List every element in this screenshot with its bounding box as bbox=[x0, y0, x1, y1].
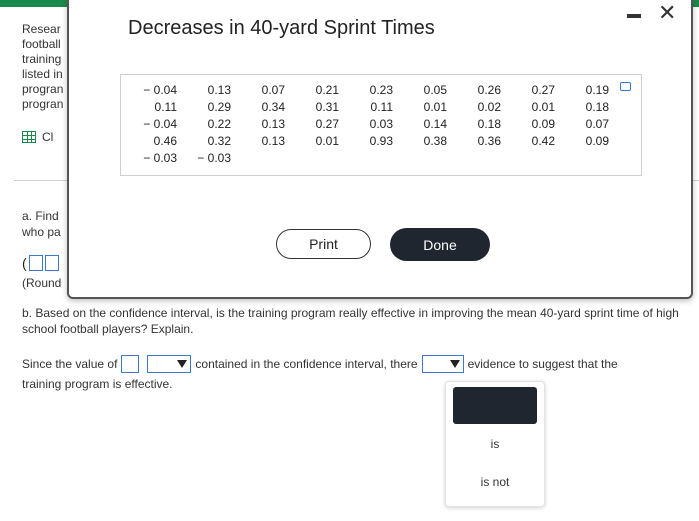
lower-bound-input[interactable] bbox=[28, 255, 43, 271]
part-b-question: b. Based on the confidence interval, is … bbox=[22, 306, 679, 336]
table-cell: 0.29 bbox=[207, 99, 231, 114]
table-cell: 0.18 bbox=[477, 116, 501, 131]
evidence-select[interactable] bbox=[421, 355, 464, 373]
table-icon bbox=[22, 131, 36, 143]
table-cell: 0.27 bbox=[315, 116, 339, 131]
table-cell: 0.09 bbox=[585, 133, 609, 148]
minimize-icon[interactable] bbox=[627, 14, 641, 18]
table-cell bbox=[285, 149, 339, 166]
table-cell: 0.36 bbox=[477, 133, 501, 148]
table-cell bbox=[231, 149, 285, 166]
table-cell: − 0.04 bbox=[143, 82, 177, 97]
table-cell: 0.13 bbox=[207, 82, 231, 97]
table-row: 0.46 0.32 0.13 0.01 0.93 0.38 0.36 0.42 0.09 bbox=[139, 132, 609, 149]
evidence-dropdown-menu: is is not bbox=[445, 381, 545, 507]
print-button[interactable]: Print bbox=[276, 229, 371, 259]
table-cell: 0.93 bbox=[369, 133, 393, 148]
table-cell: 0.03 bbox=[369, 116, 393, 131]
table-cell: 0.14 bbox=[423, 116, 447, 131]
table-cell: 0.05 bbox=[423, 82, 447, 97]
part-b-answer-sentence: Since the value of contained in the conf… bbox=[22, 355, 618, 373]
table-cell: 0.46 bbox=[153, 133, 177, 148]
table-cell: 0.38 bbox=[423, 133, 447, 148]
table-cell: − 0.04 bbox=[143, 116, 177, 131]
table-cell: 0.02 bbox=[477, 99, 501, 114]
table-cell: 0.27 bbox=[531, 82, 555, 97]
table-cell: 0.26 bbox=[477, 82, 501, 97]
data-table-dialog: Decreases in 40-yard Sprint Times ✕ − 0.… bbox=[67, 0, 693, 299]
table-cell: 0.11 bbox=[370, 99, 393, 114]
table-cell bbox=[555, 149, 609, 166]
table-cell: − 0.03 bbox=[143, 150, 177, 165]
chevron-down-icon bbox=[449, 360, 460, 368]
sprint-times-data-box: − 0.04 0.13 0.07 0.21 0.23 0.05 0.26 0.27 0.19 0.… bbox=[120, 74, 642, 176]
table-cell: 0.18 bbox=[585, 99, 609, 114]
table-row: 0.11 0.29 0.34 0.31 0.11 0.01 0.02 0.01 0.18 bbox=[139, 98, 609, 115]
table-cell: 0.31 bbox=[315, 99, 339, 114]
table-cell bbox=[501, 149, 555, 166]
table-cell: 0.21 bbox=[315, 82, 339, 97]
table-cell: 0.01 bbox=[315, 133, 339, 148]
table-row: − 0.03 − 0.03 bbox=[139, 149, 609, 166]
close-icon[interactable]: ✕ bbox=[658, 2, 676, 24]
upper-bound-input[interactable] bbox=[44, 255, 59, 271]
table-cell: 0.07 bbox=[261, 82, 285, 97]
rounding-instruction: (Round bbox=[22, 276, 62, 290]
table-cell: 0.07 bbox=[585, 116, 609, 131]
dialog-title: Decreases in 40-yard Sprint Times bbox=[128, 17, 435, 39]
copy-icon[interactable] bbox=[620, 82, 631, 91]
table-cell: 0.01 bbox=[423, 99, 447, 114]
table-row: − 0.04 0.22 0.13 0.27 0.03 0.14 0.18 0.09 0.07 bbox=[139, 115, 609, 132]
table-cell: 0.23 bbox=[369, 82, 393, 97]
data-table-link[interactable]: Cl bbox=[22, 130, 53, 144]
contained-select[interactable] bbox=[147, 355, 192, 373]
table-cell: 0.22 bbox=[207, 116, 231, 131]
table-cell: 0.32 bbox=[207, 133, 231, 148]
table-cell: 0.13 bbox=[261, 133, 285, 148]
dropdown-highlighted-option[interactable] bbox=[453, 387, 537, 424]
confidence-interval-answer: ( bbox=[22, 255, 59, 271]
value-input[interactable] bbox=[121, 355, 140, 373]
table-cell: 0.11 bbox=[154, 99, 177, 114]
part-a-question: a. Find who pa bbox=[22, 209, 61, 239]
table-cell: 0.42 bbox=[531, 133, 555, 148]
table-cell bbox=[447, 149, 501, 166]
table-cell: 0.01 bbox=[531, 99, 555, 114]
dropdown-option-is[interactable]: is bbox=[446, 437, 544, 451]
table-cell: 0.34 bbox=[261, 99, 285, 114]
table-cell: 0.13 bbox=[261, 116, 285, 131]
dropdown-option-is-not[interactable]: is not bbox=[446, 475, 544, 489]
table-row: − 0.04 0.13 0.07 0.21 0.23 0.05 0.26 0.27 0.19 bbox=[139, 81, 609, 98]
table-cell: − 0.03 bbox=[197, 150, 231, 165]
table-cell bbox=[339, 149, 393, 166]
chevron-down-icon bbox=[177, 360, 188, 368]
table-cell: 0.09 bbox=[531, 116, 555, 131]
table-cell: 0.19 bbox=[585, 82, 609, 97]
done-button[interactable]: Done bbox=[390, 228, 490, 261]
table-cell bbox=[393, 149, 447, 166]
part-b-answer-sentence-end: training program is effective. bbox=[22, 377, 173, 391]
sprint-times-table: − 0.04 0.13 0.07 0.21 0.23 0.05 0.26 0.27 0.19 0.… bbox=[139, 81, 609, 166]
